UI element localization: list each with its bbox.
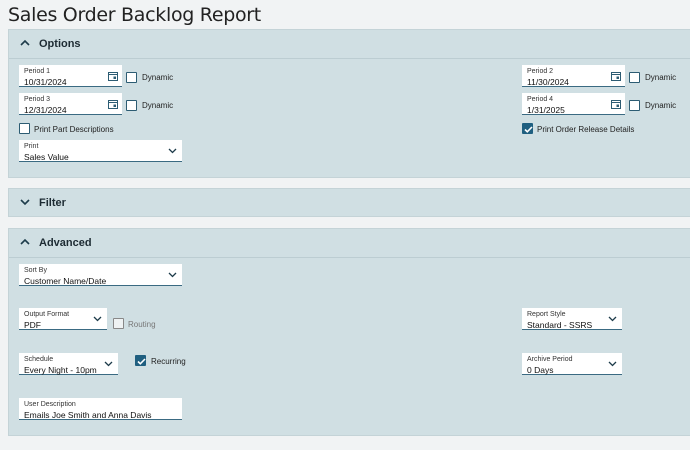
period2-field[interactable]: Period 2 11/30/2024: [522, 65, 625, 87]
sort-by-label: Sort By: [24, 267, 47, 274]
filter-panel: Filter: [8, 188, 690, 217]
filter-panel-title: Filter: [39, 197, 66, 209]
schedule-label: Schedule: [24, 356, 54, 363]
checkmark-icon: [137, 358, 146, 365]
sort-by-select[interactable]: Sort By Customer Name/Date: [19, 264, 182, 286]
calendar-icon[interactable]: [108, 99, 118, 109]
recurring-checkbox[interactable]: [135, 355, 146, 366]
routing-label: Routing: [128, 320, 156, 329]
page-title: Sales Order Backlog Report: [8, 4, 261, 26]
options-panel-title: Options: [39, 38, 81, 50]
period1-field[interactable]: Period 1 10/31/2024: [19, 65, 122, 87]
chevron-down-icon: [168, 272, 177, 278]
advanced-panel: Advanced Sort By Customer Name/Date Outp…: [8, 228, 690, 436]
calendar-icon[interactable]: [108, 71, 118, 81]
period3-dynamic-checkbox[interactable]: [126, 100, 137, 111]
routing-checkbox: [113, 318, 124, 329]
output-format-value: PDF: [24, 320, 41, 330]
period2-label: Period 2: [527, 68, 554, 75]
period3-dynamic-label: Dynamic: [142, 101, 174, 110]
chevron-up-icon: [20, 39, 30, 46]
period4-dynamic-label: Dynamic: [645, 101, 677, 110]
user-description-label: User Description: [24, 401, 76, 408]
calendar-icon[interactable]: [611, 71, 621, 81]
recurring-label: Recurring: [151, 357, 186, 366]
period4-value: 1/31/2025: [527, 105, 565, 115]
print-order-release-details-checkbox[interactable]: [522, 123, 533, 134]
print-select[interactable]: Print Sales Value: [19, 140, 182, 162]
schedule-select[interactable]: Schedule Every Night - 10pm: [19, 353, 118, 375]
chevron-down-icon: [168, 148, 177, 154]
checkmark-icon: [524, 126, 533, 133]
print-part-descriptions-checkbox[interactable]: [19, 123, 30, 134]
user-description-value: Emails Joe Smith and Anna Davis: [24, 410, 152, 420]
period1-value: 10/31/2024: [24, 77, 67, 87]
period3-value: 12/31/2024: [24, 105, 67, 115]
period4-label: Period 4: [527, 96, 554, 103]
user-description-input[interactable]: User Description Emails Joe Smith and An…: [19, 398, 182, 420]
chevron-up-icon: [20, 238, 30, 245]
chevron-down-icon: [608, 361, 617, 367]
chevron-down-icon: [20, 199, 30, 206]
print-label: Print: [24, 143, 39, 150]
report-style-select[interactable]: Report Style Standard - SSRS: [522, 308, 622, 330]
advanced-panel-title: Advanced: [39, 237, 92, 249]
output-format-label: Output Format: [24, 311, 70, 318]
archive-period-value: 0 Days: [527, 365, 554, 375]
period1-dynamic-checkbox[interactable]: [126, 72, 137, 83]
period1-label: Period 1: [24, 68, 51, 75]
sort-by-value: Customer Name/Date: [24, 276, 107, 286]
report-style-value: Standard - SSRS: [527, 320, 593, 330]
advanced-panel-header[interactable]: Advanced: [9, 229, 690, 258]
print-part-descriptions-label: Print Part Descriptions: [34, 125, 114, 134]
period3-label: Period 3: [24, 96, 51, 103]
filter-panel-header[interactable]: Filter: [9, 189, 690, 218]
period1-dynamic-label: Dynamic: [142, 73, 174, 82]
period2-dynamic-checkbox[interactable]: [629, 72, 640, 83]
calendar-icon[interactable]: [611, 99, 621, 109]
archive-period-select[interactable]: Archive Period 0 Days: [522, 353, 622, 375]
report-style-label: Report Style: [527, 311, 566, 318]
period4-dynamic-checkbox[interactable]: [629, 100, 640, 111]
period2-dynamic-label: Dynamic: [645, 73, 677, 82]
period2-value: 11/30/2024: [527, 77, 569, 87]
period4-field[interactable]: Period 4 1/31/2025: [522, 93, 625, 115]
output-format-select[interactable]: Output Format PDF: [19, 308, 107, 330]
chevron-down-icon: [93, 316, 102, 322]
print-value: Sales Value: [24, 152, 69, 162]
options-panel: Options Period 1 10/31/2024 Dynamic Peri…: [8, 29, 690, 178]
chevron-down-icon: [104, 361, 113, 367]
schedule-value: Every Night - 10pm: [24, 365, 97, 375]
print-order-release-details-label: Print Order Release Details: [537, 125, 635, 134]
options-panel-header[interactable]: Options: [9, 30, 690, 59]
period3-field[interactable]: Period 3 12/31/2024: [19, 93, 122, 115]
archive-period-label: Archive Period: [527, 356, 573, 363]
chevron-down-icon: [608, 316, 617, 322]
